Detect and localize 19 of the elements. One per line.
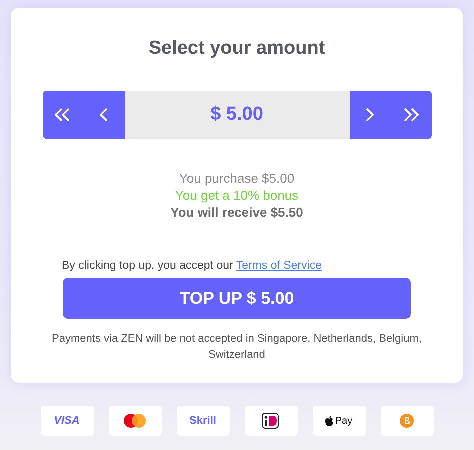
double-chevron-right-icon <box>402 108 420 122</box>
ideal-icon <box>262 413 280 429</box>
chevron-left-icon <box>99 108 109 122</box>
terms-link[interactable]: Terms of Service <box>236 260 322 272</box>
chevron-right-icon <box>365 108 375 122</box>
payment-note: Payments via ZEN will be not accepted in Singapore, Netherlands, Belgium, Switzerland <box>51 332 423 363</box>
apple-pay-logo: Pay <box>325 416 353 426</box>
amount-display: $ 5.00 <box>124 91 350 139</box>
double-chevron-left-icon <box>54 108 72 122</box>
skrill-logo: Skrill <box>190 415 216 427</box>
summary-line: You will receive $5.50 <box>170 205 304 220</box>
summary-line: You get a 10% bonus <box>175 188 299 203</box>
visa-logo: VISA <box>54 415 80 427</box>
top-up-button[interactable]: TOP UP $ 5.00 <box>63 278 411 319</box>
terms-text: By clicking top up, you accept our <box>62 260 234 272</box>
summary-line: You purchase $5.00 <box>179 171 295 186</box>
mastercard-icon <box>124 414 146 428</box>
bitcoin-icon <box>400 414 414 428</box>
title: Select your amount <box>148 38 326 60</box>
